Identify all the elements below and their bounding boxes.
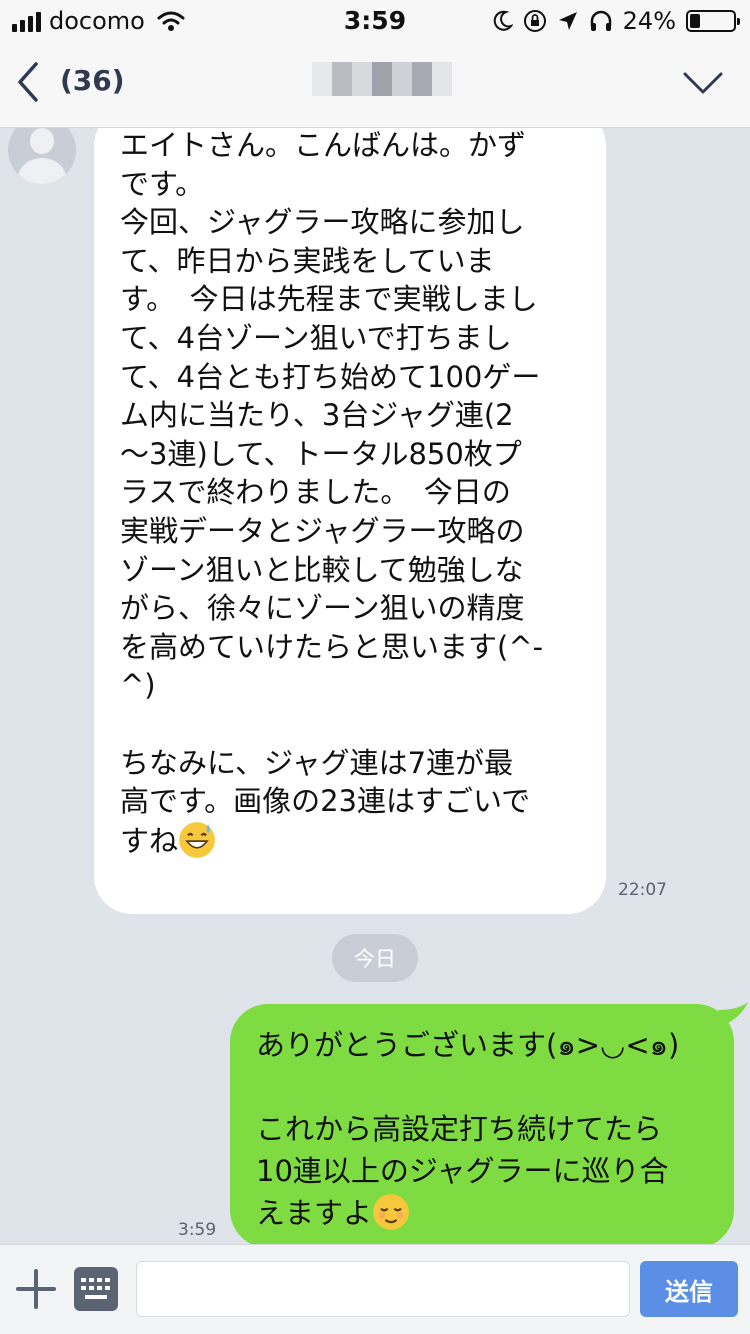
incoming-message-bubble[interactable]: エイトさん。こんばんは。かず です。 今回、ジャグラー攻略に参加し て、昨日から…	[94, 128, 606, 914]
unread-count[interactable]: (36)	[60, 64, 125, 97]
battery-percentage: 24%	[622, 7, 676, 35]
chat-screen: docomo 3:59 24% (36) エイトさん。こんばんは。かず です。 …	[0, 0, 750, 1334]
sweat-smile-emoji-icon	[179, 821, 215, 858]
incoming-message-text: エイトさん。こんばんは。かず です。 今回、ジャグラー攻略に参加し て、昨日から…	[120, 128, 544, 858]
plus-icon[interactable]	[16, 1269, 56, 1309]
moon-icon	[493, 10, 513, 31]
location-icon	[558, 12, 577, 30]
date-divider: 今日	[332, 934, 418, 982]
status-bar: docomo 3:59 24%	[0, 0, 750, 40]
keyboard-icon[interactable]	[74, 1267, 118, 1311]
orientation-lock-icon	[523, 10, 546, 32]
back-chevron-icon[interactable]	[14, 60, 44, 104]
outgoing-message-bubble[interactable]: ありがとうございます(๑>◡<๑) これから高設定打ち続けてたら 10連以上のジ…	[230, 1004, 734, 1244]
message-list[interactable]: エイトさん。こんばんは。かず です。 今回、ジャグラー攻略に参加し て、昨日から…	[0, 128, 750, 1244]
relieved-emoji-icon	[373, 1194, 409, 1230]
message-input[interactable]	[136, 1261, 630, 1317]
incoming-timestamp: 22:07	[618, 880, 667, 900]
outgoing-message-text: ありがとうございます(๑>◡<๑) これから高設定打ち続けてたら 10連以上のジ…	[256, 1028, 680, 1230]
outgoing-timestamp: 3:59	[178, 1220, 217, 1240]
chat-header: (36)	[0, 40, 750, 128]
blur-mosaic	[312, 62, 452, 96]
battery-icon	[686, 10, 740, 32]
avatar[interactable]	[8, 128, 76, 184]
send-button[interactable]: 送信	[640, 1261, 738, 1317]
chevron-down-icon[interactable]	[682, 68, 724, 98]
input-bar: 送信	[0, 1244, 750, 1334]
headphones-icon	[590, 10, 611, 31]
